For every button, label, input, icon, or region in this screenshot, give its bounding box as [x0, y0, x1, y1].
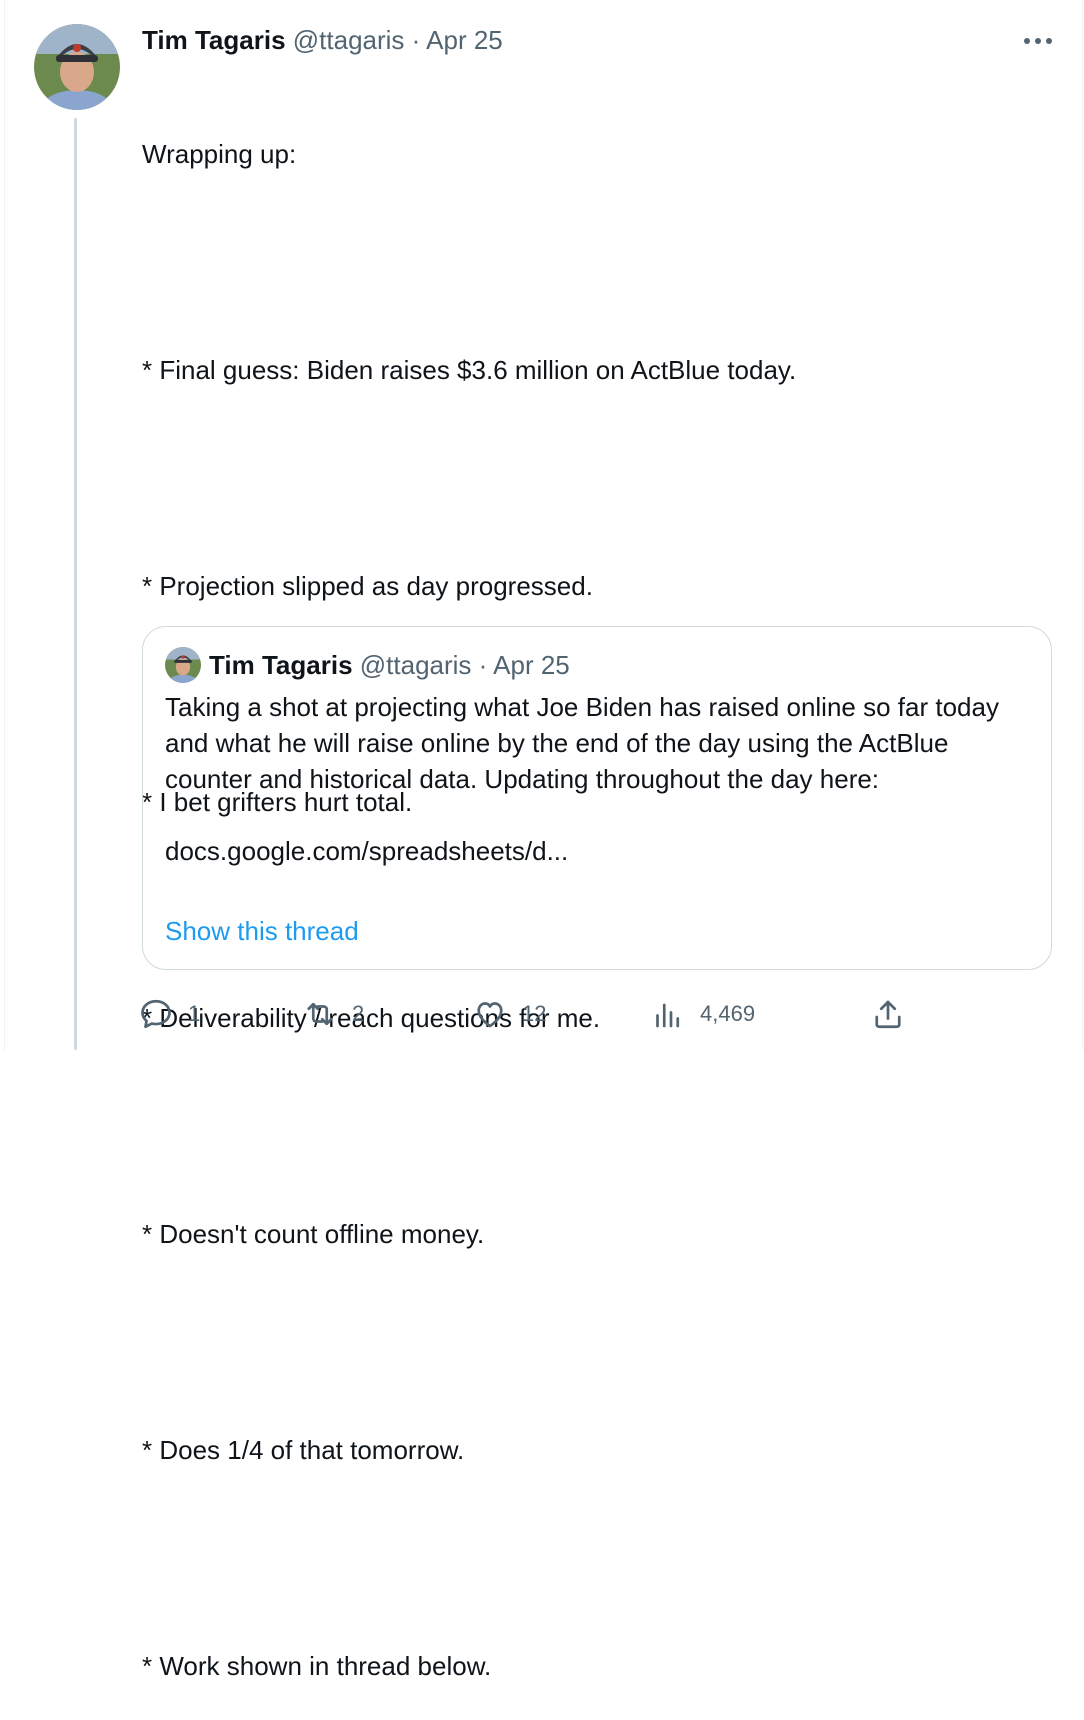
quoted-author-avatar[interactable] [165, 647, 201, 683]
tweet-action-bar: 1 2 12 4,469 [138, 992, 928, 1036]
quoted-author-name: Tim Tagaris [209, 650, 353, 680]
show-this-thread-link[interactable]: Show this thread [165, 913, 359, 949]
tweet-date[interactable]: Apr 25 [426, 25, 503, 55]
tweet-line: * Doesn't count offline money. [142, 1219, 485, 1249]
frame-border-left [4, 0, 5, 1050]
views-count: 4,469 [700, 1001, 756, 1026]
quoted-author-handle: @ttagaris [359, 650, 472, 680]
tweet-line: * Does 1/4 of that tomorrow. [142, 1435, 465, 1465]
tweet-line: * Work shown in thread below. [142, 1651, 492, 1681]
tweet-line: * Final guess: Biden raises $3.6 million… [142, 355, 797, 385]
share-icon [870, 996, 906, 1032]
author-name[interactable]: Tim Tagaris [142, 25, 286, 55]
quoted-tweet-header: Tim Tagaris @ttagaris · Apr 25 [209, 647, 570, 683]
heart-icon [472, 996, 508, 1032]
retweet-icon [302, 996, 338, 1032]
tweet-line [142, 1108, 1022, 1144]
quoted-tweet-text: Taking a shot at projecting what Joe Bid… [165, 692, 999, 866]
tweet-line: * Projection slipped as day progressed. [142, 571, 593, 601]
retweet-count: 2 [352, 1001, 365, 1026]
views-button[interactable]: 4,469 [650, 992, 755, 1036]
like-button[interactable]: 12 [472, 992, 546, 1036]
tweet-line [142, 460, 1022, 496]
quoted-header-separator: · [478, 650, 488, 680]
author-avatar[interactable] [34, 24, 120, 110]
tweet-line [142, 1540, 1022, 1576]
tweet-line [142, 244, 1022, 280]
author-handle[interactable]: @ttagaris [293, 25, 405, 55]
reply-count: 1 [188, 1001, 201, 1026]
quoted-tweet-card[interactable]: Tim Tagaris @ttagaris · Apr 25 Taking a … [142, 626, 1052, 970]
reply-button[interactable]: 1 [138, 992, 200, 1036]
thread-connector-line [74, 118, 77, 1050]
frame-border-right [1082, 0, 1083, 1050]
retweet-button[interactable]: 2 [302, 992, 364, 1036]
like-count: 12 [522, 1001, 547, 1026]
header-separator: · [411, 25, 421, 55]
share-button[interactable] [870, 992, 906, 1036]
reply-icon [138, 996, 174, 1032]
views-icon [650, 996, 686, 1032]
tweet-line [142, 1324, 1022, 1360]
tweet-line: Wrapping up: [142, 139, 297, 169]
quoted-tweet-date: Apr 25 [493, 650, 570, 680]
tweet-header: Tim Tagaris @ttagaris · Apr 25 [142, 22, 503, 58]
more-icon[interactable] [1018, 26, 1058, 56]
